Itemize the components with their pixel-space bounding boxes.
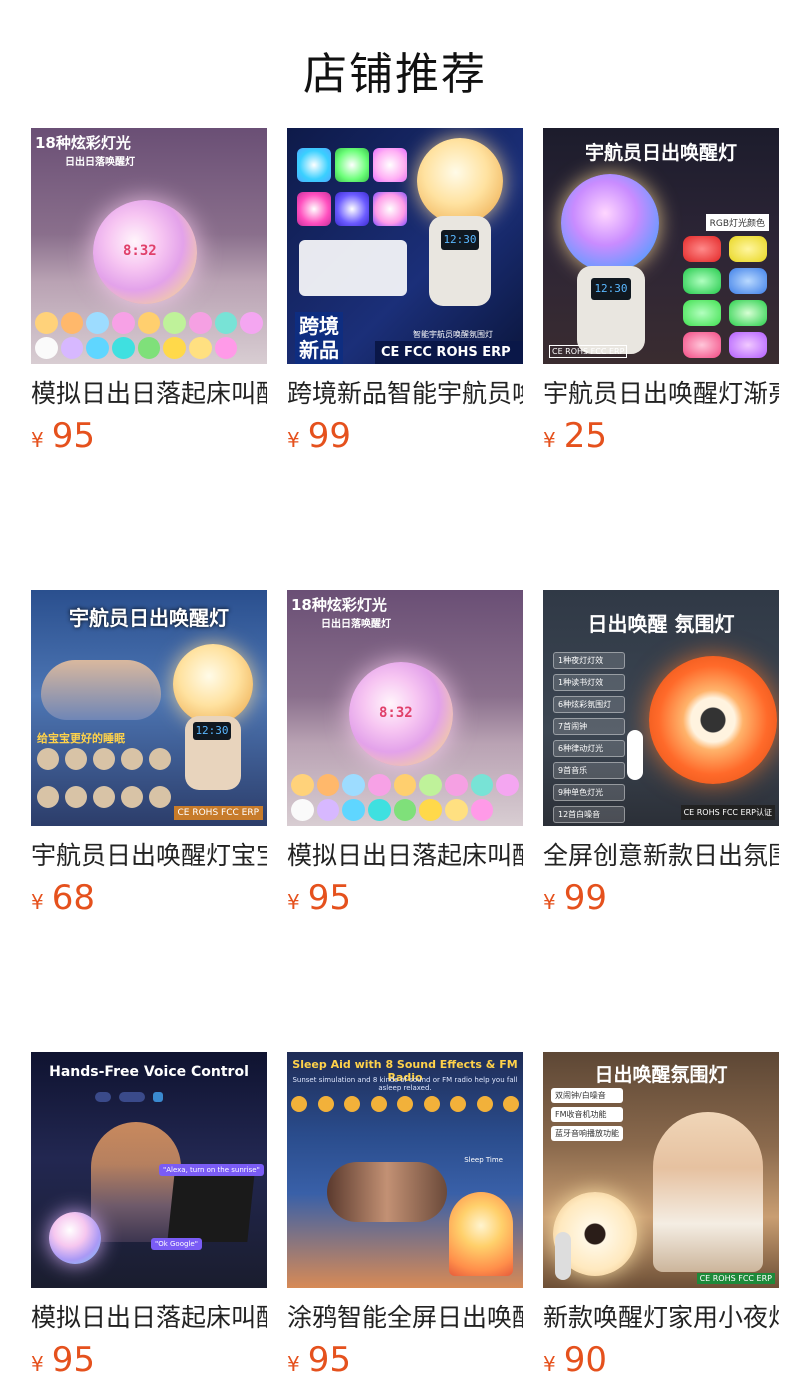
astronaut-lamp: 12:30 [167,644,265,794]
color-swatches [291,774,519,821]
image-caption: 智能宇航员唤醒氛围灯 [413,330,493,339]
product-card[interactable]: 宇航员日出唤醒灯 12:30 给宝宝更好的睡眠 CE ROHS FCC ERP … [31,590,267,920]
cert-label: CE ROHS FCC ERP [549,345,628,358]
currency-symbol: ¥ [287,1352,300,1376]
product-image[interactable]: 宇航员日出唤醒灯 12:30 给宝宝更好的睡眠 CE ROHS FCC ERP [31,590,267,826]
voice-bubble: "Alexa, turn on the sunrise" [159,1164,264,1176]
feature-panel [299,240,407,296]
cert-label: CE ROHS FCC ERP [173,806,263,820]
product-card[interactable]: 日出唤醒 氛围灯 1种夜灯灯效 1种读书灯效 6种炫彩氛围灯 7首闹钟 6种律动… [543,590,779,920]
currency-symbol: ¥ [31,890,44,914]
sunrise-orb-lamp [49,1212,101,1264]
woman-reading-photo [653,1112,763,1272]
product-card[interactable]: 18种炫彩灯光日出日落唤醒灯 8:32 模拟日出日落起床叫醒灯 ¥95 [31,128,267,458]
product-image[interactable]: 日出唤醒 氛围灯 1种夜灯灯效 1种读书灯效 6种炫彩氛围灯 7首闹钟 6种律动… [543,590,779,826]
cert-label: CE ROHS FCC ERP [696,1273,775,1284]
image-subcaption: 日出日落唤醒灯 [321,619,391,630]
product-price: ¥99 [543,876,779,920]
remote-icon [627,730,643,780]
product-price: ¥95 [287,1338,523,1382]
product-price: ¥99 [287,414,523,458]
sunrise-lamp [449,1192,513,1276]
woman-photo [91,1122,181,1242]
product-image[interactable]: 宇航员日出唤醒灯 12:30 RGB灯光颜色 CE ROHS FCC ERP [543,128,779,364]
image-caption: 18种炫彩灯光 [291,596,387,614]
image-caption: 日出唤醒 氛围灯 [587,612,735,636]
feature-list: 双闹钟/白噪音 FM收音机功能 蓝牙音响播放功能 [551,1088,623,1141]
currency-symbol: ¥ [543,428,556,452]
image-subcaption: 日出日落唤醒灯 [65,157,135,168]
sleeping-couple-photo [327,1162,447,1222]
product-grid: 18种炫彩灯光日出日落唤醒灯 8:32 模拟日出日落起床叫醒灯 ¥95 12:3… [31,128,779,1382]
image-subcaption: 给宝宝更好的睡眠 [37,732,125,745]
product-price: ¥90 [543,1338,779,1382]
rgb-label: RGB灯光颜色 [705,214,769,231]
currency-symbol: ¥ [543,1352,556,1376]
product-name[interactable]: 模拟日出日落起床叫醒灯 [31,1302,267,1334]
currency-symbol: ¥ [287,890,300,914]
sound-effect-icons [291,1096,519,1112]
price-value: 90 [563,1340,607,1380]
image-caption: 18种炫彩灯光 [35,134,131,152]
page-title: 店铺推荐 [303,49,487,100]
product-image[interactable]: 18种炫彩灯光日出日落唤醒灯 8:32 [31,128,267,364]
sunrise-ring-lamp [649,656,777,784]
product-image[interactable]: 日出唤醒氛围灯 双闹钟/白噪音 FM收音机功能 蓝牙音响播放功能 CE ROHS… [543,1052,779,1288]
product-card[interactable]: 宇航员日出唤醒灯 12:30 RGB灯光颜色 CE ROHS FCC ERP 宇… [543,128,779,458]
price-value: 25 [563,416,607,456]
image-caption: 日出唤醒氛围灯 [594,1064,728,1086]
product-name[interactable]: 跨境新品智能宇航员唤醒灯 [287,378,523,410]
lamp-clock: 8:32 [379,705,413,721]
product-name[interactable]: 宇航员日出唤醒灯渐亮 [543,378,779,410]
product-price: ¥25 [543,414,779,458]
currency-symbol: ¥ [31,1352,44,1376]
product-card[interactable]: Sleep Aid with 8 Sound Effects & FM Radi… [287,1052,523,1382]
product-card[interactable]: 日出唤醒氛围灯 双闹钟/白噪音 FM收音机功能 蓝牙音响播放功能 CE ROHS… [543,1052,779,1382]
product-price: ¥95 [31,1338,267,1382]
color-swatches [35,312,263,359]
astronaut-lamp: 12:30 [407,134,517,314]
voice-bubble: "Ok Google" [151,1238,202,1250]
product-card[interactable]: 18种炫彩灯光日出日落唤醒灯 8:32 模拟日出日落起床叫醒灯 ¥95 [287,590,523,920]
lamp-clock: 8:32 [123,243,157,259]
product-price: ¥95 [287,876,523,920]
product-image[interactable]: 18种炫彩灯光日出日落唤醒灯 8:32 [287,590,523,826]
price-value: 95 [307,1340,351,1380]
image-caption: 宇航员日出唤醒灯 [69,606,229,630]
remote-icon [555,1232,571,1280]
price-value: 95 [51,416,95,456]
price-value: 95 [307,878,351,918]
feature-list: 1种夜灯灯效 1种读书灯效 6种炫彩氛围灯 7首闹钟 6种律动灯光 9首音乐 9… [553,652,625,823]
price-value: 99 [563,878,607,918]
voice-assistant-icons [95,1092,163,1102]
product-name[interactable]: 新款唤醒灯家用小夜灯 [543,1302,779,1334]
image-caption: 宇航员日出唤醒灯 [584,142,737,164]
product-card[interactable]: Hands-Free Voice Control "Alexa, turn on… [31,1052,267,1382]
cert-label: CE ROHS FCC ERP认证 [680,805,775,820]
sleep-time-label: Sleep Time [464,1156,503,1164]
product-name[interactable]: 全屏创意新款日出氛围灯 [543,840,779,872]
product-price: ¥68 [31,876,267,920]
astronaut-lamp: 12:30 [551,174,671,358]
currency-symbol: ¥ [31,428,44,452]
cert-bar: CE FCC ROHS ERP [375,341,523,364]
image-caption: Hands-Free Voice Control [49,1064,249,1080]
price-value: 68 [51,878,95,918]
product-name[interactable]: 宇航员日出唤醒灯宝宝 [31,840,267,872]
product-name[interactable]: 涂鸦智能全屏日出唤醒灯 [287,1302,523,1334]
product-card[interactable]: 12:30 跨境 新品 智能宇航员唤醒氛围灯 CE FCC ROHS ERP 跨境… [287,128,523,458]
price-value: 99 [307,416,351,456]
product-image[interactable]: Sleep Aid with 8 Sound Effects & FM Radi… [287,1052,523,1288]
currency-symbol: ¥ [287,428,300,452]
product-name[interactable]: 模拟日出日落起床叫醒灯 [287,840,523,872]
currency-symbol: ¥ [543,890,556,914]
image-subcaption: Sunset simulation and 8 kinds of sound o… [292,1076,518,1092]
baby-photo [41,660,161,720]
product-image[interactable]: 12:30 跨境 新品 智能宇航员唤醒氛围灯 CE FCC ROHS ERP [287,128,523,364]
promo-tag: 跨境 新品 [295,312,343,364]
product-price: ¥95 [31,414,267,458]
product-name[interactable]: 模拟日出日落起床叫醒灯 [31,378,267,410]
price-value: 95 [51,1340,95,1380]
product-image[interactable]: Hands-Free Voice Control "Alexa, turn on… [31,1052,267,1288]
